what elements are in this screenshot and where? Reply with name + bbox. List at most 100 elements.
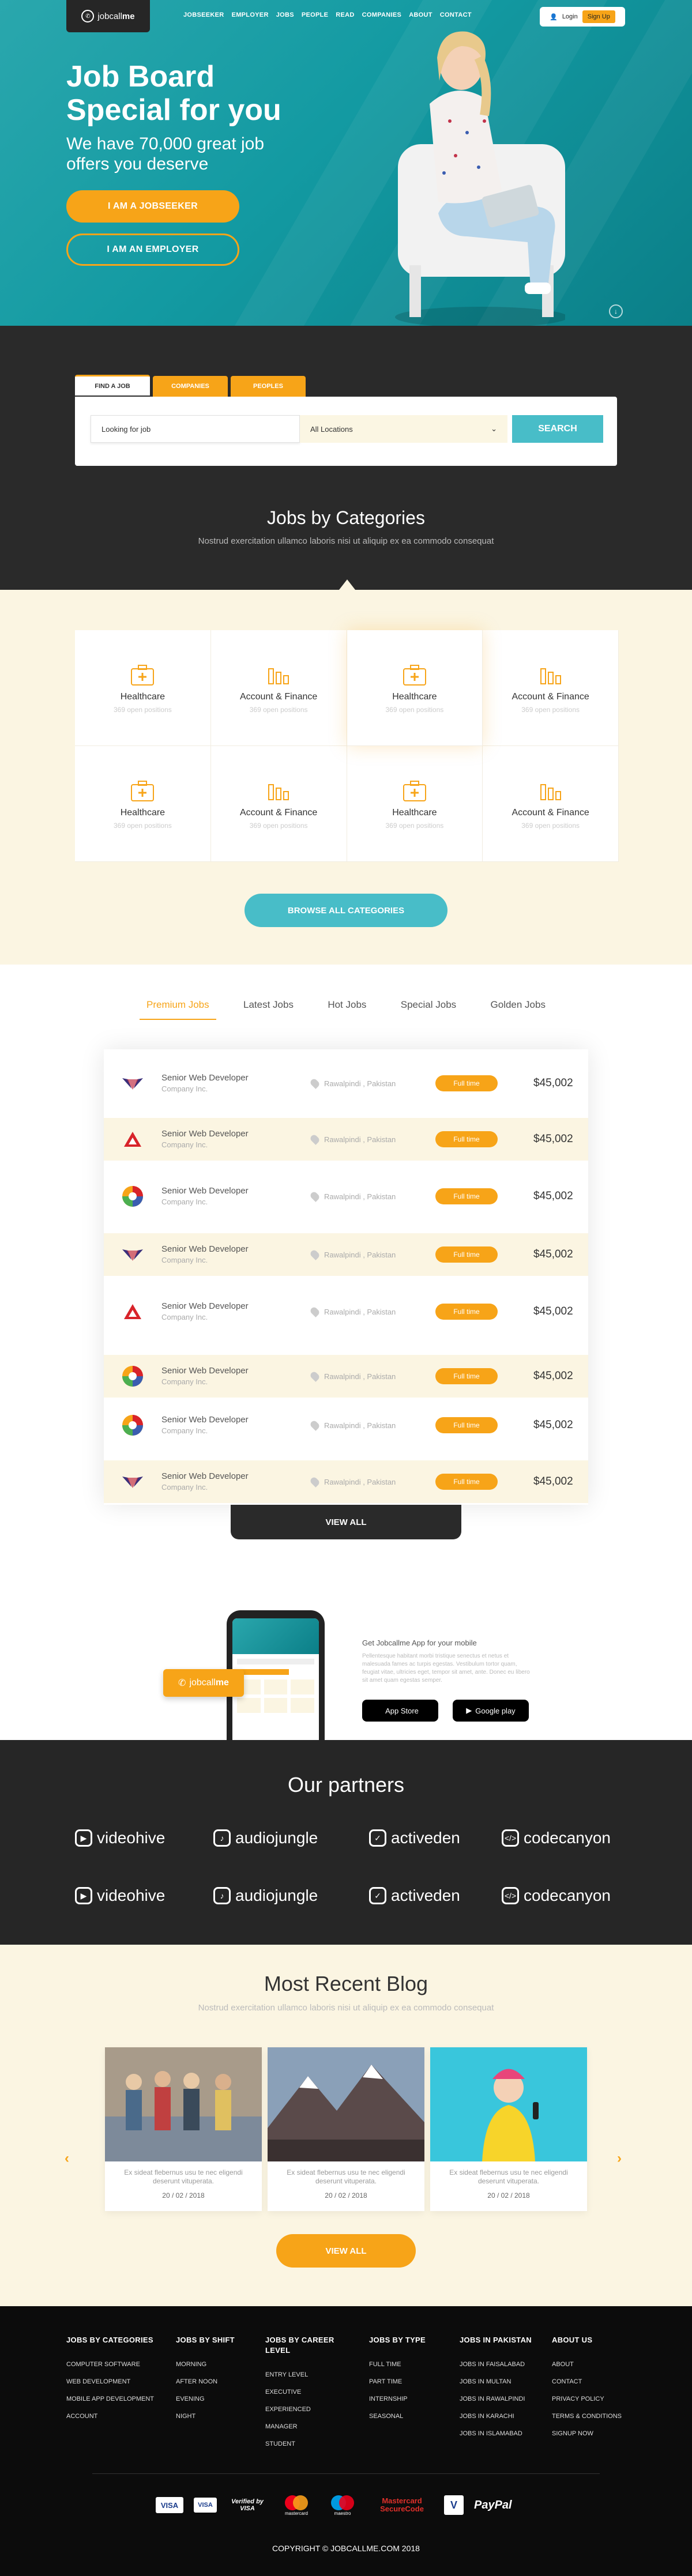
app-store-button[interactable]: App Store: [362, 1700, 438, 1722]
footer-link[interactable]: ENTRY LEVEL: [265, 2366, 352, 2383]
footer-link[interactable]: WEB DEVELOPMENT: [66, 2373, 167, 2390]
app-logo-text: jobcallme: [189, 1678, 229, 1688]
search-input[interactable]: Looking for job: [91, 415, 300, 443]
browse-categories-button[interactable]: BROWSE ALL CATEGORIES: [245, 894, 447, 927]
blog-card[interactable]: Ex sideat flebernus usu te nec eligendi …: [105, 2047, 262, 2211]
category-card[interactable]: Healthcare 369 open positions: [347, 630, 483, 746]
job-type-badge: Full time: [435, 1188, 498, 1204]
search-button[interactable]: SEARCH: [512, 415, 603, 443]
job-title[interactable]: Senior Web Developer: [161, 1244, 311, 1255]
footer-link[interactable]: JOBS IN ISLAMABAD: [460, 2425, 546, 2442]
category-card[interactable]: Account & Finance 369 open positions: [483, 630, 619, 746]
job-company: Company Inc.: [161, 1140, 208, 1149]
tab-peoples[interactable]: PEOPLES: [231, 376, 306, 397]
partner-logo[interactable]: </> codecanyon: [502, 1886, 611, 1905]
tab-special-jobs[interactable]: Special Jobs: [394, 999, 463, 1022]
signup-button[interactable]: Sign Up: [582, 10, 615, 23]
partner-logo[interactable]: ♪ audiojungle: [213, 1829, 318, 1847]
category-card[interactable]: Account & Finance 369 open positions: [210, 630, 347, 746]
job-type-badge: Full time: [435, 1246, 498, 1263]
nav-read[interactable]: READ: [336, 12, 354, 18]
footer-link[interactable]: EXPERIENCED: [265, 2401, 352, 2418]
partner-logo[interactable]: ▶ videohive: [75, 1886, 165, 1905]
partner-logo[interactable]: ▶ videohive: [75, 1829, 165, 1847]
partner-logo[interactable]: ♪ audiojungle: [213, 1886, 318, 1905]
partner-logo[interactable]: </> codecanyon: [502, 1829, 611, 1847]
footer-link[interactable]: COMPUTER SOFTWARE: [66, 2356, 167, 2373]
partner-logo[interactable]: ✓ activeden: [369, 1886, 460, 1905]
view-all-jobs-button[interactable]: VIEW ALL: [231, 1505, 461, 1539]
footer-link[interactable]: PART TIME: [369, 2373, 450, 2390]
nav-people[interactable]: PEOPLE: [302, 12, 328, 18]
footer-link[interactable]: FULL TIME: [369, 2356, 450, 2373]
job-title[interactable]: Senior Web Developer: [161, 1414, 311, 1425]
job-row[interactable]: Senior Web Developer Company Inc. Rawalpi…: [104, 1355, 588, 1398]
footer-link[interactable]: SEASONAL: [369, 2408, 450, 2425]
footer-link[interactable]: MOBILE APP DEVELOPMENT: [66, 2390, 167, 2408]
nav-jobseeker[interactable]: JOBSEEKER: [183, 12, 224, 18]
footer-link[interactable]: NIGHT: [176, 2408, 257, 2425]
footer-link[interactable]: JOBS IN FAISALABAD: [460, 2356, 546, 2373]
job-row[interactable]: Senior Web Developer Company Inc. Rawalpi…: [104, 1290, 588, 1333]
footer-link[interactable]: ACCOUNT: [66, 2408, 167, 2425]
footer-link[interactable]: JOBS IN MULTAN: [460, 2373, 546, 2390]
google-play-button[interactable]: ▶ Google play: [453, 1700, 529, 1722]
job-title[interactable]: Senior Web Developer: [161, 1301, 311, 1312]
footer-link[interactable]: MORNING: [176, 2356, 257, 2373]
footer-link[interactable]: MANAGER: [265, 2418, 352, 2435]
category-card[interactable]: Healthcare 369 open positions: [75, 746, 211, 862]
job-title[interactable]: Senior Web Developer: [161, 1185, 311, 1196]
tab-golden-jobs[interactable]: Golden Jobs: [484, 999, 552, 1022]
chevron-left-icon[interactable]: ‹: [65, 2151, 69, 2167]
category-card[interactable]: Account & Finance 369 open positions: [483, 746, 619, 862]
job-row[interactable]: Senior Web Developer Company Inc. Rawalpi…: [104, 1460, 588, 1503]
footer-link[interactable]: STUDENT: [265, 2435, 352, 2453]
footer-link[interactable]: INTERNSHIP: [369, 2390, 450, 2408]
jobseeker-button[interactable]: I AM A JOBSEEKER: [66, 190, 239, 223]
job-row[interactable]: Senior Web Developer Company Inc. Rawalpi…: [104, 1118, 588, 1161]
job-company: Company Inc.: [161, 1084, 208, 1093]
footer-link[interactable]: TERMS & CONDITIONS: [552, 2408, 633, 2425]
job-title[interactable]: Senior Web Developer: [161, 1072, 311, 1083]
job-title[interactable]: Senior Web Developer: [161, 1471, 311, 1482]
tab-find-job[interactable]: FIND A JOB: [75, 375, 150, 396]
nav-jobs[interactable]: JOBS: [276, 12, 294, 18]
footer-link[interactable]: JOBS IN RAWALPINDI: [460, 2390, 546, 2408]
job-row[interactable]: Senior Web Developer Company Inc. Rawalpi…: [104, 1062, 588, 1105]
job-title[interactable]: Senior Web Developer: [161, 1365, 311, 1376]
blog-card[interactable]: Ex sideat flebernus usu te nec eligendi …: [430, 2047, 587, 2211]
bar-chart-icon: [540, 668, 561, 684]
categories-subtitle: Nostrud exercitation ullamco laboris nis…: [198, 536, 494, 546]
tab-hot-jobs[interactable]: Hot Jobs: [321, 999, 373, 1022]
bar-chart-icon: [268, 784, 289, 800]
footer-link[interactable]: AFTER NOON: [176, 2373, 257, 2390]
employer-button[interactable]: I AM AN EMPLOYER: [66, 234, 239, 266]
scroll-down-icon[interactable]: ↓: [609, 304, 623, 318]
job-row[interactable]: Senior Web Developer Company Inc. Rawalpi…: [104, 1175, 588, 1218]
nav-employer[interactable]: EMPLOYER: [232, 12, 269, 18]
footer-link[interactable]: EXECUTIVE: [265, 2383, 352, 2401]
partner-logo[interactable]: ✓ activeden: [369, 1829, 460, 1847]
tab-premium-jobs[interactable]: Premium Jobs: [140, 999, 216, 1020]
footer-link[interactable]: ABOUT: [552, 2356, 633, 2373]
footer-link[interactable]: PRIVACY POLICY: [552, 2390, 633, 2408]
job-row[interactable]: Senior Web Developer Company Inc. Rawalpi…: [104, 1404, 588, 1447]
job-title[interactable]: Senior Web Developer: [161, 1128, 311, 1139]
category-card[interactable]: Healthcare 369 open positions: [347, 746, 483, 862]
location-pin-icon: [309, 1476, 321, 1487]
site-logo[interactable]: ✆ jobcallme: [66, 0, 150, 32]
chevron-right-icon[interactable]: ›: [617, 2151, 622, 2167]
category-card[interactable]: Healthcare 369 open positions: [75, 630, 211, 746]
footer-link[interactable]: CONTACT: [552, 2373, 633, 2390]
tab-latest-jobs[interactable]: Latest Jobs: [236, 999, 300, 1022]
footer-link[interactable]: SIGNUP NOW: [552, 2425, 633, 2442]
job-row[interactable]: Senior Web Developer Company Inc. Rawalpi…: [104, 1233, 588, 1276]
category-card[interactable]: Account & Finance 369 open positions: [210, 746, 347, 862]
location-select[interactable]: All Locations ⌄: [300, 415, 507, 443]
company-logo: [104, 1355, 161, 1398]
footer-link[interactable]: EVENING: [176, 2390, 257, 2408]
footer-link[interactable]: JOBS IN KARACHI: [460, 2408, 546, 2425]
tab-companies[interactable]: COMPANIES: [153, 376, 228, 397]
view-all-blog-button[interactable]: VIEW ALL: [276, 2234, 416, 2268]
blog-card[interactable]: Ex sideat flebernus usu te nec eligendi …: [268, 2047, 424, 2211]
